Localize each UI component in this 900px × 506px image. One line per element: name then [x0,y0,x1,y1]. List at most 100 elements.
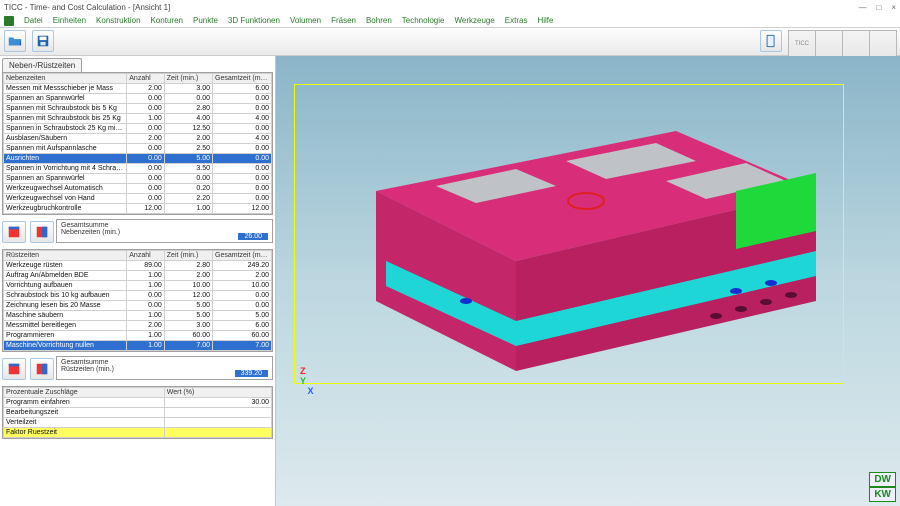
badge-dw[interactable]: DW [869,472,896,487]
cell[interactable]: Spannen mit Schraubstock bis 5 Kg [4,104,127,114]
cell[interactable]: 1.00 [127,331,165,341]
cell[interactable]: Spannen an Spannwürfel [4,174,127,184]
menu-item[interactable]: 3D Funktionen [228,16,280,25]
cell[interactable]: 2.00 [127,134,165,144]
menu-item[interactable]: Volumen [290,16,321,25]
col-header[interactable]: Gesamtzeit (min.) [213,74,272,84]
cell[interactable] [164,408,271,418]
table-row[interactable]: Messen mit Messschieber je Mass2.003.006… [4,84,272,94]
cell[interactable]: Werkzeugwechsel Automatisch [4,184,127,194]
cell[interactable]: 1.00 [127,341,165,351]
cell[interactable]: 60.00 [213,331,272,341]
cell[interactable]: 89.00 [127,261,165,271]
cell[interactable]: 2.80 [164,261,212,271]
close-button[interactable]: × [891,3,896,12]
nebenzeiten-table[interactable]: Nebenzeiten Anzahl Zeit (min.) Gesamtzei… [3,73,272,214]
cell[interactable]: 2.20 [164,194,212,204]
cell[interactable]: 1.00 [127,114,165,124]
cell[interactable]: 249.20 [213,261,272,271]
table-row[interactable]: Spannen an Spannwürfel0.000.000.00 [4,94,272,104]
cell[interactable]: 0.00 [127,104,165,114]
cell[interactable]: 12.00 [164,291,212,301]
cell[interactable]: Maschine säubern [4,311,127,321]
tab-nebenruest[interactable]: Neben-/Rüstzeiten [2,58,82,72]
table-row[interactable]: Maschine säubern1.005.005.00 [4,311,272,321]
cell[interactable]: 0.00 [213,194,272,204]
col-header[interactable]: Rüstzeiten [4,251,127,261]
cell[interactable]: 12.00 [213,204,272,214]
cell[interactable]: Spannen in Schraubstock 25 Kg mit Kran [4,124,127,134]
col-header[interactable]: Anzahl [127,74,165,84]
menu-item[interactable]: Technologie [402,16,445,25]
table-row[interactable]: Werkzeugbruchkontrolle12.001.0012.00 [4,204,272,214]
col-header[interactable]: Zeit (min.) [164,74,212,84]
cell[interactable]: 3.00 [164,321,212,331]
cell[interactable]: 0.00 [213,184,272,194]
ribbon-tab[interactable] [842,30,870,56]
rz-action1-button[interactable] [2,358,26,380]
menu-item[interactable]: Bohren [366,16,392,25]
table-row[interactable]: Zeichnung lesen bis 20 Masse0.005.000.00 [4,301,272,311]
menu-item[interactable]: Konturen [151,16,183,25]
open-button[interactable] [4,30,26,52]
cell[interactable]: 5.00 [164,154,212,164]
cell[interactable]: 0.00 [127,94,165,104]
cell[interactable]: 3.50 [164,164,212,174]
cell[interactable]: 0.00 [213,94,272,104]
cell[interactable]: 1.00 [127,281,165,291]
cell[interactable]: 0.00 [127,174,165,184]
table-row[interactable]: Ausblasen/Säubern2.002.004.00 [4,134,272,144]
table-row[interactable]: Werkzeugwechsel von Hand0.002.200.00 [4,194,272,204]
3d-viewer[interactable]: Z Y X DW KW [276,56,900,506]
ribbon-tab[interactable]: TICC [788,30,816,56]
cell[interactable]: 0.00 [127,184,165,194]
nz-action1-button[interactable] [2,221,26,243]
cell[interactable]: Spannen mit Schraubstock bis 25 Kg [4,114,127,124]
table-row[interactable]: Spannen mit Schraubstock bis 5 Kg0.002.8… [4,104,272,114]
cell[interactable]: 12.00 [127,204,165,214]
cell[interactable]: 30.00 [164,398,271,408]
menu-item[interactable]: Extras [505,16,528,25]
cell[interactable]: 0.00 [213,174,272,184]
ruestzeiten-table[interactable]: Rüstzeiten Anzahl Zeit (min.) Gesamtzeit… [3,250,272,351]
cell[interactable]: 60.00 [164,331,212,341]
table-row[interactable]: Messmittel bereitlegen2.003.006.00 [4,321,272,331]
table-row[interactable]: Spannen in Schraubstock 25 Kg mit Kran0.… [4,124,272,134]
cell[interactable]: Programm einfahren [4,398,165,408]
menu-item[interactable]: Hilfe [537,16,553,25]
cell[interactable]: 7.00 [213,341,272,351]
cell[interactable]: 10.00 [213,281,272,291]
cell[interactable]: Werkzeugbruchkontrolle [4,204,127,214]
cell[interactable]: Auftrag An/Abmelden BDE [4,271,127,281]
cell[interactable]: 4.00 [213,134,272,144]
cell[interactable]: 2.80 [164,104,212,114]
cell[interactable]: Ausblasen/Säubern [4,134,127,144]
cell[interactable]: Werkzeuge rüsten [4,261,127,271]
cell[interactable]: 2.00 [164,271,212,281]
cell[interactable]: Bearbeitungszeit [4,408,165,418]
cell[interactable]: 0.00 [127,154,165,164]
cell[interactable]: 5.00 [164,301,212,311]
table-row[interactable]: Spannen in Vorrichtung mit 4 Schrauben0.… [4,164,272,174]
menu-item[interactable]: Konstruktion [96,16,140,25]
menu-item[interactable]: Einheiten [53,16,86,25]
table-row[interactable]: Spannen an Spannwürfel0.000.000.00 [4,174,272,184]
cell[interactable]: Ausrichten [4,154,127,164]
table-row[interactable]: Werkzeuge rüsten89.002.80249.20 [4,261,272,271]
cell[interactable]: 5.00 [213,311,272,321]
cell[interactable]: Messen mit Messschieber je Mass [4,84,127,94]
cell[interactable]: 5.00 [164,311,212,321]
cell[interactable]: 0.00 [164,174,212,184]
cell[interactable]: 0.00 [213,164,272,174]
rz-action2-button[interactable] [30,358,54,380]
col-header[interactable]: Anzahl [127,251,165,261]
cell[interactable]: 0.00 [127,144,165,154]
table-row[interactable]: Ausrichten0.005.000.00 [4,154,272,164]
cell[interactable]: 1.00 [127,311,165,321]
cell[interactable]: 4.00 [213,114,272,124]
cell[interactable] [164,418,271,428]
cell[interactable]: 0.00 [127,124,165,134]
cell[interactable]: 0.00 [127,291,165,301]
table-row[interactable]: Schraubstock bis 10 kg aufbauen0.0012.00… [4,291,272,301]
table-row[interactable]: Auftrag An/Abmelden BDE1.002.002.00 [4,271,272,281]
